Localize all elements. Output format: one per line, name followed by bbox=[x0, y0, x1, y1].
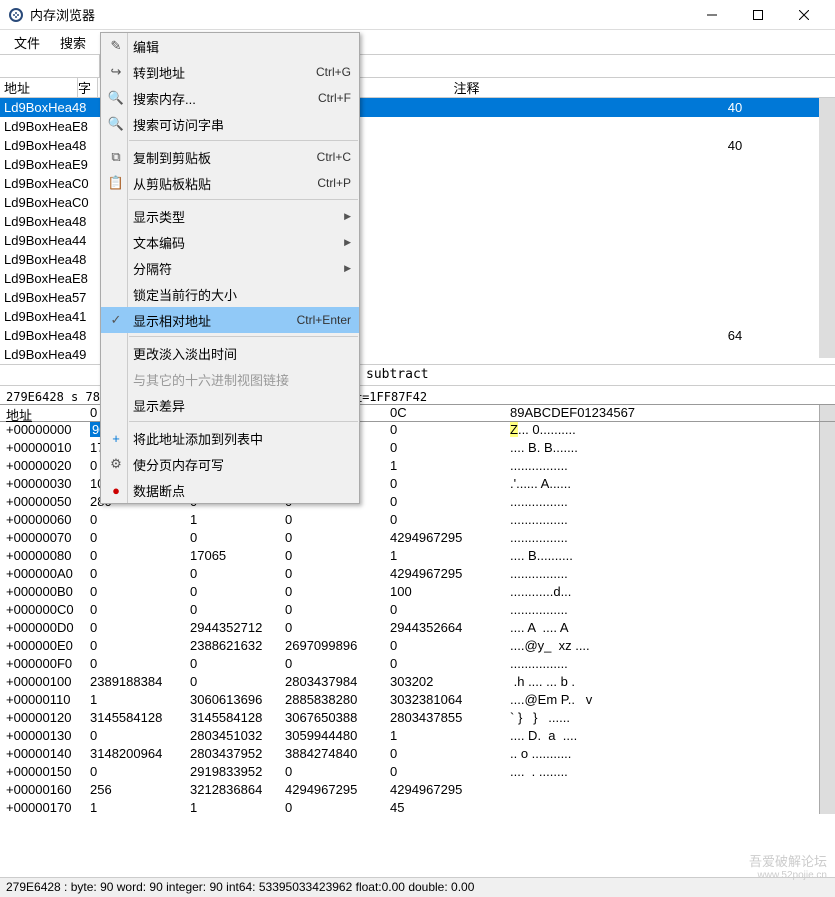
plus-icon: + bbox=[105, 431, 127, 446]
chevron-right-icon: ▶ bbox=[344, 237, 351, 248]
menu-search[interactable]: 搜索 bbox=[56, 31, 90, 54]
hex-row[interactable]: +000000A00004294967295................ bbox=[0, 566, 835, 584]
hex-row[interactable]: +0000008001706501.... B.......... bbox=[0, 548, 835, 566]
menu-file[interactable]: 文件 bbox=[10, 31, 44, 54]
disasm-scrollbar[interactable] bbox=[819, 98, 835, 358]
ctx-fade-time[interactable]: 更改淡入淡出时间 bbox=[101, 340, 359, 366]
hex-row[interactable]: +000001500291983395200.... . ........ bbox=[0, 764, 835, 782]
copy-icon: ⧉ bbox=[105, 149, 127, 165]
hex-row[interactable]: +000000F00000................ bbox=[0, 656, 835, 674]
search-icon: 🔍 bbox=[105, 90, 127, 106]
hex-col-ascii[interactable]: 89ABCDEF01234567 bbox=[510, 405, 819, 421]
ctx-separator[interactable]: 分隔符▶ bbox=[101, 255, 359, 281]
maximize-button[interactable] bbox=[735, 0, 781, 30]
ctx-lock-size[interactable]: 锁定当前行的大小 bbox=[101, 281, 359, 307]
hex-row[interactable]: +000001101306061369628858382803032381064… bbox=[0, 692, 835, 710]
minimize-button[interactable] bbox=[689, 0, 735, 30]
ctx-edit[interactable]: ✎编辑 bbox=[101, 33, 359, 59]
edit-icon: ✎ bbox=[105, 38, 127, 54]
titlebar: 内存浏览器 bbox=[0, 0, 835, 30]
search-value[interactable]: subtract bbox=[360, 365, 835, 385]
hex-row[interactable]: +000001300280345103230599444801.... D. a… bbox=[0, 728, 835, 746]
context-menu: ✎编辑 ↪转到地址Ctrl+G 🔍搜索内存...Ctrl+F 🔍搜索可访问字串 … bbox=[100, 32, 360, 504]
breakpoint-icon: ● bbox=[105, 483, 127, 498]
ctx-link-hex: 与其它的十六进制视图链接 bbox=[101, 366, 359, 392]
hex-scroll-head bbox=[819, 405, 835, 421]
col-bytes[interactable]: 字 bbox=[78, 78, 98, 97]
goto-icon: ↪ bbox=[105, 64, 127, 80]
hex-row[interactable]: +000000D00294435271202944352664.... A ..… bbox=[0, 620, 835, 638]
ctx-make-writable[interactable]: ⚙使分页内存可写 bbox=[101, 451, 359, 477]
hex-row[interactable]: +000001203145584128314558412830676503882… bbox=[0, 710, 835, 728]
search-icon: 🔍 bbox=[105, 116, 127, 132]
hex-row[interactable]: +00000100238918838402803437984303202 .h … bbox=[0, 674, 835, 692]
hex-col-0c[interactable]: 0C bbox=[390, 405, 510, 421]
hex-row[interactable]: +000000B0000100............d... bbox=[0, 584, 835, 602]
hex-row[interactable]: +0000017011045 bbox=[0, 800, 835, 818]
hex-row[interactable]: +000000600100................ bbox=[0, 512, 835, 530]
hex-row[interactable]: +000000E00238862163226970998960....@y_ x… bbox=[0, 638, 835, 656]
hex-row[interactable]: +000001602563212836864429496729542949672… bbox=[0, 782, 835, 800]
hex-row[interactable]: +000000700004294967295................ bbox=[0, 530, 835, 548]
ctx-add-to-list[interactable]: +将此地址添加到列表中 bbox=[101, 425, 359, 451]
ctx-data-breakpoint[interactable]: ●数据断点 bbox=[101, 477, 359, 503]
address-box-left[interactable] bbox=[0, 55, 100, 77]
gear-icon: ⚙ bbox=[105, 456, 127, 472]
window-title: 内存浏览器 bbox=[30, 5, 689, 24]
app-icon bbox=[8, 7, 24, 23]
ctx-copy[interactable]: ⧉复制到剪贴板Ctrl+C bbox=[101, 144, 359, 170]
ctx-display-type[interactable]: 显示类型▶ bbox=[101, 203, 359, 229]
hex-col-addr[interactable]: 地址 bbox=[0, 405, 90, 421]
status-bar: 279E6428 : byte: 90 word: 90 integer: 90… bbox=[0, 877, 835, 897]
close-button[interactable] bbox=[781, 0, 827, 30]
ctx-show-diff[interactable]: 显示差异 bbox=[101, 392, 359, 418]
chevron-right-icon: ▶ bbox=[344, 211, 351, 222]
ctx-text-encoding[interactable]: 文本编码▶ bbox=[101, 229, 359, 255]
ctx-goto[interactable]: ↪转到地址Ctrl+G bbox=[101, 59, 359, 85]
col-address[interactable]: 地址 bbox=[0, 78, 78, 97]
ctx-search-strings[interactable]: 🔍搜索可访问字串 bbox=[101, 111, 359, 137]
ctx-search-memory[interactable]: 🔍搜索内存...Ctrl+F bbox=[101, 85, 359, 111]
ctx-show-relative[interactable]: ✓显示相对地址Ctrl+Enter bbox=[101, 307, 359, 333]
chevron-right-icon: ▶ bbox=[344, 263, 351, 274]
hex-row[interactable]: +000001403148200964280343795238842748400… bbox=[0, 746, 835, 764]
ctx-paste[interactable]: 📋从剪贴板粘贴Ctrl+P bbox=[101, 170, 359, 196]
hex-scrollbar[interactable] bbox=[819, 422, 835, 814]
hex-row[interactable]: +000000C00000................ bbox=[0, 602, 835, 620]
paste-icon: 📋 bbox=[105, 175, 127, 191]
check-icon: ✓ bbox=[105, 312, 127, 328]
